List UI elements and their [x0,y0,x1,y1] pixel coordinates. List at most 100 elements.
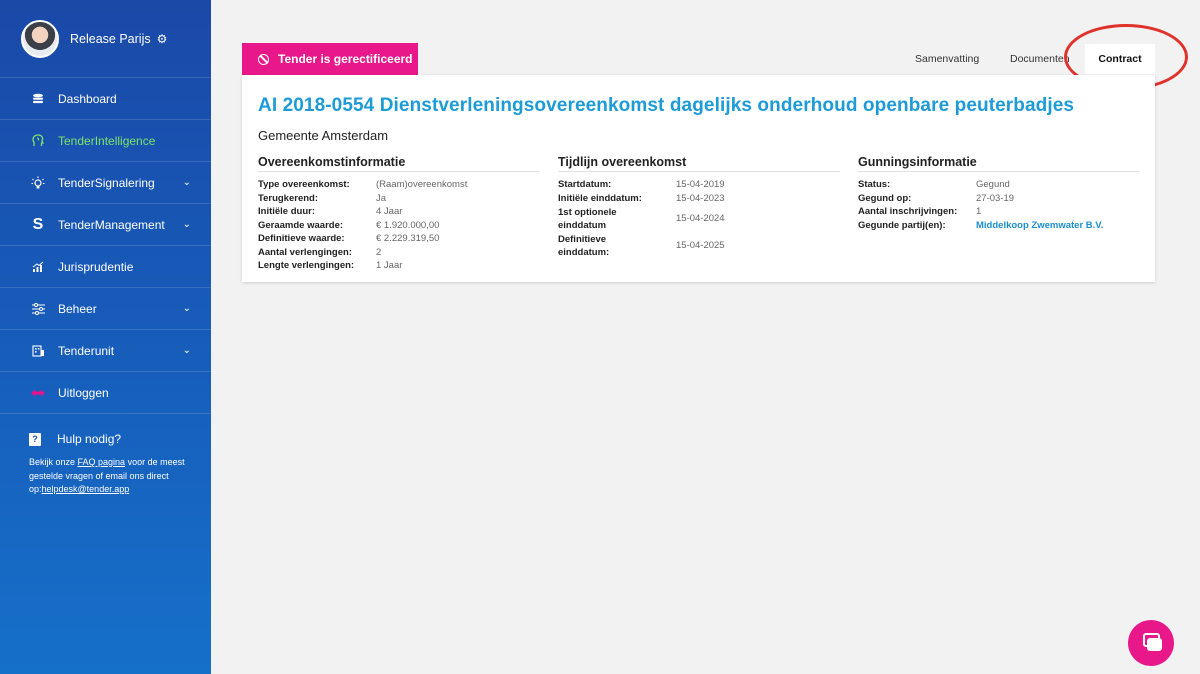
chat-button[interactable] [1128,620,1174,666]
sidebar-item-tendermanagement[interactable]: S TenderManagement ⌄ [0,204,211,246]
row-value: 15-04-2019 [676,179,725,190]
avatar[interactable] [21,19,59,58]
chevron-down-icon[interactable]: ⌄ [183,303,191,314]
sidebar-item-uitloggen[interactable]: Uitloggen [0,372,211,414]
row-value: 1 Jaar [376,260,403,271]
info-row: Terugkerend: Ja [258,192,540,206]
gear-icon[interactable]: ⚙ [157,32,168,46]
help-section: ? Hulp nodig? Bekijk onze FAQ pagina voo… [0,414,211,497]
info-row: Startdatum: 15-04-2019 [558,178,840,192]
row-value: 15-04-2023 [676,192,725,204]
info-row: Initiële duur: 4 Jaar [258,205,540,219]
building-icon [30,343,46,359]
help-text: Bekijk onze FAQ pagina voor de meest ges… [29,456,189,497]
chevron-down-icon[interactable]: ⌄ [183,219,191,230]
profile-header[interactable]: Release Parijs ⚙ [0,0,211,78]
s-logo-icon: S [32,215,44,233]
timeline-heading: Tijdlijn overeenkomst [558,155,840,172]
tab-contract[interactable]: Contract [1085,44,1155,74]
row-key: Initiële einddatum: [558,192,642,204]
info-row: Gegund op: 27-03-19 [858,192,1140,206]
row-value: 27-03-19 [976,192,1015,204]
row-key: Geraamde waarde: [258,219,344,231]
info-row: Lengte verlengingen: 1 Jaar [258,259,540,273]
logout-icon [30,385,46,401]
row-value: Gegund [976,179,1010,190]
row-key: Initiële duur: [258,206,315,217]
tab-documenten[interactable]: Documenten [1010,44,1070,74]
row-value: (Raam)overeenkomst [376,179,468,190]
profile-name[interactable]: Release Parijs [70,32,151,46]
chevron-down-icon[interactable]: ⌄ [183,345,191,356]
row-value: € 2.229.319,50 [376,233,440,244]
sidebar-item-beheer[interactable]: Beheer ⌄ [0,288,211,330]
timeline-section: Tijdlijn overeenkomst Startdatum: 15-04-2… [558,155,840,259]
row-key: Gegund op: [858,192,912,204]
sidebar: Release Parijs ⚙ Dashboard TenderIntelli… [0,0,211,674]
awarded-party-link[interactable]: Middelkoop Zwemwater B.V. [976,219,1103,233]
row-key: Type overeenkomst: [258,179,350,190]
help-title: ? Hulp nodig? [29,432,211,446]
info-row: Geraamde waarde: € 1.920.000,00 [258,219,540,233]
info-row: Definitieve einddatum: 15-04-2025 [558,232,840,259]
status-badge-label: Tender is gerectificeerd [278,52,413,66]
row-value: 2 [376,246,382,258]
help-text-part-1: Bekijk onze [29,457,78,467]
sidebar-item-label: TenderManagement [58,217,165,232]
row-value: 15-04-2024 [676,212,725,224]
sidebar-item-label: Jurisprudentie [58,259,134,274]
chat-icon-front [1147,638,1162,651]
sidebar-item-label: TenderIntelligence [58,133,156,148]
sidebar-item-jurisprudentie[interactable]: Jurisprudentie [0,246,211,288]
sidebar-item-tendersignalering[interactable]: TenderSignalering ⌄ [0,162,211,204]
brain-icon [30,133,46,149]
info-row: Gegunde partij(en): Middelkoop Zwemwater … [858,219,1140,233]
organization-name: Gemeente Amsterdam [258,128,389,143]
agreement-heading: Overeenkomstinformatie [258,155,540,172]
contract-card: AI 2018-0554 Dienstverleningsovereenkoms… [242,75,1155,282]
sidebar-item-label: Tenderunit [58,343,115,358]
award-heading: Gunningsinformatie [858,155,1140,172]
row-key: Aantal inschrijvingen: [858,206,958,217]
status-badge: Tender is gerectificeerd [242,43,418,75]
question-icon: ? [29,432,41,446]
row-key: Terugkerend: [258,192,319,204]
info-row: Status: Gegund [858,178,1140,192]
row-value: 4 Jaar [376,206,403,217]
row-key: 1st optionele einddatum [558,206,617,231]
sidebar-item-label: Beheer [58,301,97,316]
tender-title: AI 2018-0554 Dienstverleningsovereenkoms… [258,95,1075,116]
row-value: 15-04-2025 [676,239,725,251]
row-key: Aantal verlengingen: [258,246,352,258]
row-key: Startdatum: [558,179,612,190]
row-value: 1 [976,206,982,217]
award-section: Gunningsinformatie Status: Gegund Gegund … [858,155,1140,232]
info-row: 1st optionele einddatum 15-04-2024 [558,205,840,232]
helpdesk-email-link[interactable]: helpdesk@tender.app [42,484,130,494]
info-row: Aantal verlengingen: 2 [258,246,540,260]
info-row: Type overeenkomst: (Raam)overeenkomst [258,178,540,192]
info-row: Definitieve waarde: € 2.229.319,50 [258,232,540,246]
row-key: Definitieve waarde: [258,233,345,244]
chevron-down-icon[interactable]: ⌄ [183,177,191,188]
sidebar-item-tenderintelligence[interactable]: TenderIntelligence [0,120,211,162]
row-key: Gegunde partij(en): [858,219,946,231]
row-value: Ja [376,192,387,204]
ban-icon [258,53,269,65]
faq-link[interactable]: FAQ pagina [78,457,126,467]
row-key: Definitieve einddatum: [558,233,610,258]
info-row: Initiële einddatum: 15-04-2023 [558,192,840,206]
row-key: Lengte verlengingen: [258,260,355,271]
sidebar-item-dashboard[interactable]: Dashboard [0,78,211,120]
sidebar-item-label: TenderSignalering [58,175,155,190]
info-row: Aantal inschrijvingen: 1 [858,205,1140,219]
help-title-text: Hulp nodig? [57,432,122,446]
sidebar-item-tenderunit[interactable]: Tenderunit ⌄ [0,330,211,372]
tab-samenvatting[interactable]: Samenvatting [915,44,979,74]
sliders-icon [30,301,46,317]
database-icon [30,91,46,107]
row-value: € 1.920.000,00 [376,219,440,231]
sidebar-item-label: Uitloggen [58,385,109,400]
chart-icon [30,259,46,275]
agreement-section: Overeenkomstinformatie Type overeenkomst… [258,155,540,273]
